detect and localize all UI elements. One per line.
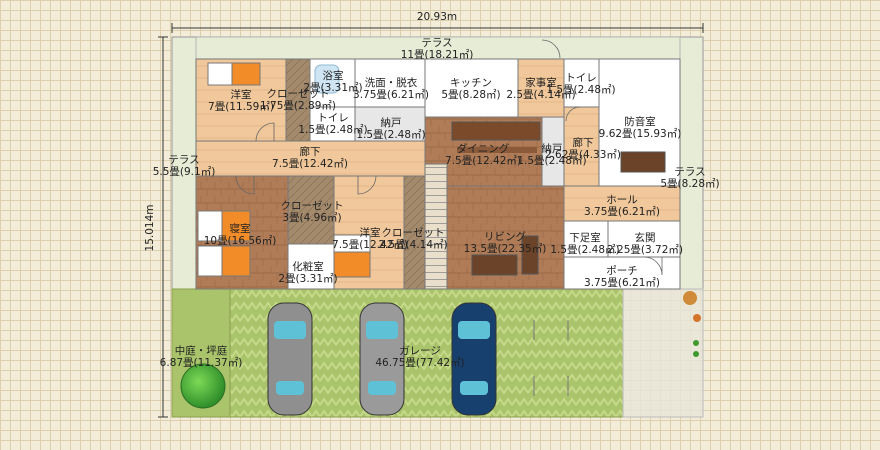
room-name: ポーチ [606,265,638,277]
room-name: 浴室 [323,69,344,82]
room-name: クローゼット [281,200,344,212]
room-name: ガレージ [399,345,441,357]
room-name: 納戸 [381,116,402,129]
room-name: ダイニング [457,142,510,155]
room-name: 中庭・坪庭 [175,344,228,357]
room-name: ホール [606,194,638,206]
room-area: 1.5畳(2.48㎡) [546,84,615,96]
room-name: 廊下 [573,136,594,149]
room-area: 3畳(4.96㎡) [282,212,341,224]
tree-icon [180,363,226,409]
room-area: 46.75畳(77.42㎡) [375,357,464,369]
room-name: リビング [484,230,526,243]
room-name: 洗面・脱衣 [365,76,418,89]
room-area: 2.5畳(4.14㎡) [378,239,447,251]
room-name: 寝室 [230,222,251,235]
room-name: テラス [674,166,705,178]
car-icon [267,302,313,416]
room-area: 1.5畳(2.48㎡) [356,129,425,141]
room-area: 5畳(8.28㎡) [441,89,500,101]
room-area: 10畳(16.56㎡) [204,235,277,247]
room-area: 2.62畳(4.33㎡) [545,149,621,161]
room-area: 3.75畳(6.21㎡) [353,89,429,101]
room-area: 9.62畳(15.93㎡) [599,128,682,140]
room-area: 5畳(8.28㎡) [660,178,719,190]
room-area: 7.5畳(12.42㎡) [272,158,348,170]
room-name: 廊下 [300,145,321,158]
room-area: 3.75畳(6.21㎡) [584,206,660,218]
room-name: 玄関 [635,231,656,244]
room-label-closet3: クローゼット 2.5畳(4.14㎡) [378,227,447,251]
room-name: クローゼット [382,227,445,239]
room-area: 13.5畳(22.35㎡) [464,243,547,255]
room-area: 2.25畳(3.72㎡) [607,244,683,256]
room-name: キッチン [450,77,492,89]
paved-area [622,288,704,418]
room-name: 化粧室 [292,260,324,273]
room-name: 洋室 [360,226,381,239]
room-area: 11畳(18.21㎡) [401,49,474,61]
room-name: 下足室 [569,231,601,244]
room-label-closet2: クローゼット 3畳(4.96㎡) [281,200,344,224]
room-area: 2畳(3.31㎡) [278,273,337,285]
room-area: 5.5畳(9.1㎡) [153,166,216,178]
room-name: テラス [421,37,452,49]
floor-plan: 20.93m 15.014m テラス 11畳(18.21㎡)浴室 2畳(3.31… [144,11,720,418]
room-name: 防音室 [624,115,656,128]
room-name: トイレ [565,72,597,84]
room-area: 7.5畳(12.42㎡) [445,155,521,167]
room-name: テラス [168,154,199,166]
piano [620,151,666,173]
bed-western1 [207,62,261,86]
width-dimension: 20.93m [171,11,704,33]
room-area: 3.75畳(6.21㎡) [584,277,660,289]
room-label-kitchen: キッチン 5畳(8.28㎡) [441,77,500,101]
width-dimension-label: 20.93m [417,11,457,23]
height-dimension-label: 15.014m [144,205,156,252]
room-area: 6.87畳(11.37㎡) [160,357,243,369]
room-name: トイレ [317,112,349,124]
room-area: 1.75畳(2.89㎡) [260,100,336,112]
room-name: クローゼット [267,88,330,100]
room-name: 洋室 [231,88,252,101]
room-label-closet1: クローゼット 1.75畳(2.89㎡) [260,88,336,112]
